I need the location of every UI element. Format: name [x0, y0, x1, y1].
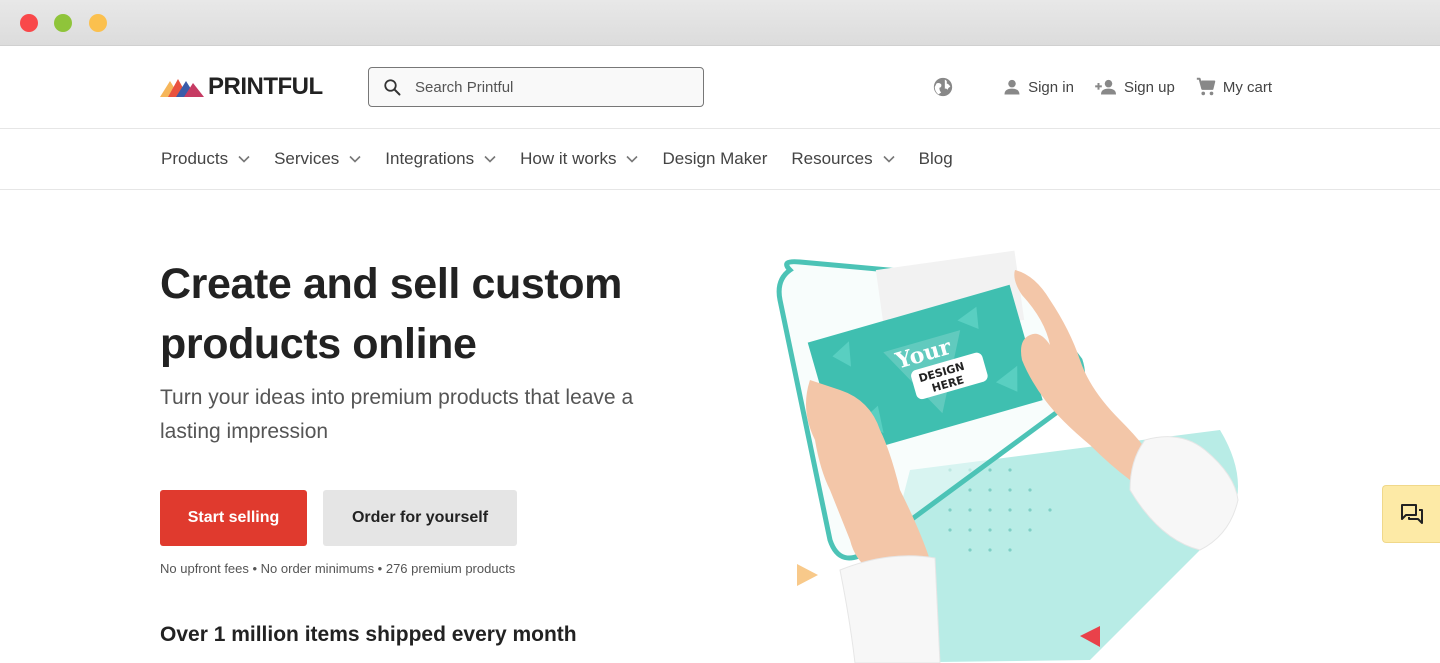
chevron-down-icon	[883, 155, 895, 163]
nav-products[interactable]: Products	[161, 149, 250, 169]
cart-icon	[1196, 77, 1216, 96]
site-header: PRINTFUL Sign in	[0, 46, 1440, 129]
search-box[interactable]	[368, 67, 704, 107]
logo-text: PRINTFUL	[208, 73, 323, 100]
search-input[interactable]	[415, 78, 685, 96]
shipping-stat-heading: Over 1 million items shipped every month	[160, 623, 577, 646]
window-close-button[interactable]	[20, 14, 38, 32]
nav-how-it-works[interactable]: How it works	[520, 149, 639, 169]
user-icon	[1004, 79, 1020, 95]
sign-up-link[interactable]: Sign up	[1094, 77, 1175, 97]
sign-in-link[interactable]: Sign in	[1002, 77, 1074, 97]
nav-blog-label: Blog	[918, 149, 953, 168]
printful-logo[interactable]: PRINTFUL	[160, 75, 323, 99]
nav-integrations-label: Integrations	[385, 149, 475, 168]
chat-widget-button[interactable]	[1382, 485, 1440, 543]
logo-mountains-icon	[160, 79, 204, 97]
nav-resources[interactable]: Resources	[791, 149, 895, 169]
cart-link[interactable]: My cart	[1195, 76, 1272, 98]
chevron-down-icon	[349, 155, 361, 163]
header-actions: Sign in Sign up My cart	[932, 76, 1272, 98]
nav-design-maker[interactable]: Design Maker	[662, 149, 767, 169]
window-maximize-button[interactable]	[89, 14, 107, 32]
start-selling-button[interactable]: Start selling	[160, 490, 307, 546]
hero-fine-print: No upfront fees • No order minimums • 27…	[160, 561, 516, 576]
chevron-down-icon	[484, 155, 496, 163]
nav-how-it-works-label: How it works	[520, 149, 617, 168]
cart-label: My cart	[1222, 78, 1272, 96]
chevron-down-icon	[626, 155, 639, 163]
nav-products-label: Products	[161, 149, 229, 168]
chat-icon	[1400, 504, 1423, 524]
sign-up-label: Sign up	[1123, 78, 1175, 96]
nav-resources-label: Resources	[791, 149, 873, 168]
hero-title: Create and sell custom products online	[160, 260, 622, 368]
order-for-yourself-button[interactable]: Order for yourself	[323, 490, 517, 546]
orange-triangle-deco	[797, 564, 818, 586]
nav-blog[interactable]: Blog	[919, 149, 953, 169]
sign-in-label: Sign in	[1028, 78, 1074, 96]
window-titlebar	[0, 0, 1440, 46]
left-sleeve	[839, 555, 941, 663]
window-minimize-button[interactable]	[54, 14, 72, 32]
hero-illustration: Your DESIGN HERE	[776, 250, 1239, 663]
add-user-icon	[1095, 79, 1116, 95]
globe-icon[interactable]	[932, 76, 954, 98]
chevron-down-icon	[238, 155, 250, 163]
hero-subtitle: Turn your ideas into premium products th…	[160, 386, 634, 443]
nav-services[interactable]: Services	[274, 149, 361, 169]
nav-integrations[interactable]: Integrations	[385, 149, 496, 169]
search-icon	[384, 79, 401, 96]
nav-services-label: Services	[274, 149, 340, 168]
nav-design-maker-label: Design Maker	[662, 149, 768, 168]
main-navigation: Products Services Integrations How it wo…	[0, 129, 1440, 190]
